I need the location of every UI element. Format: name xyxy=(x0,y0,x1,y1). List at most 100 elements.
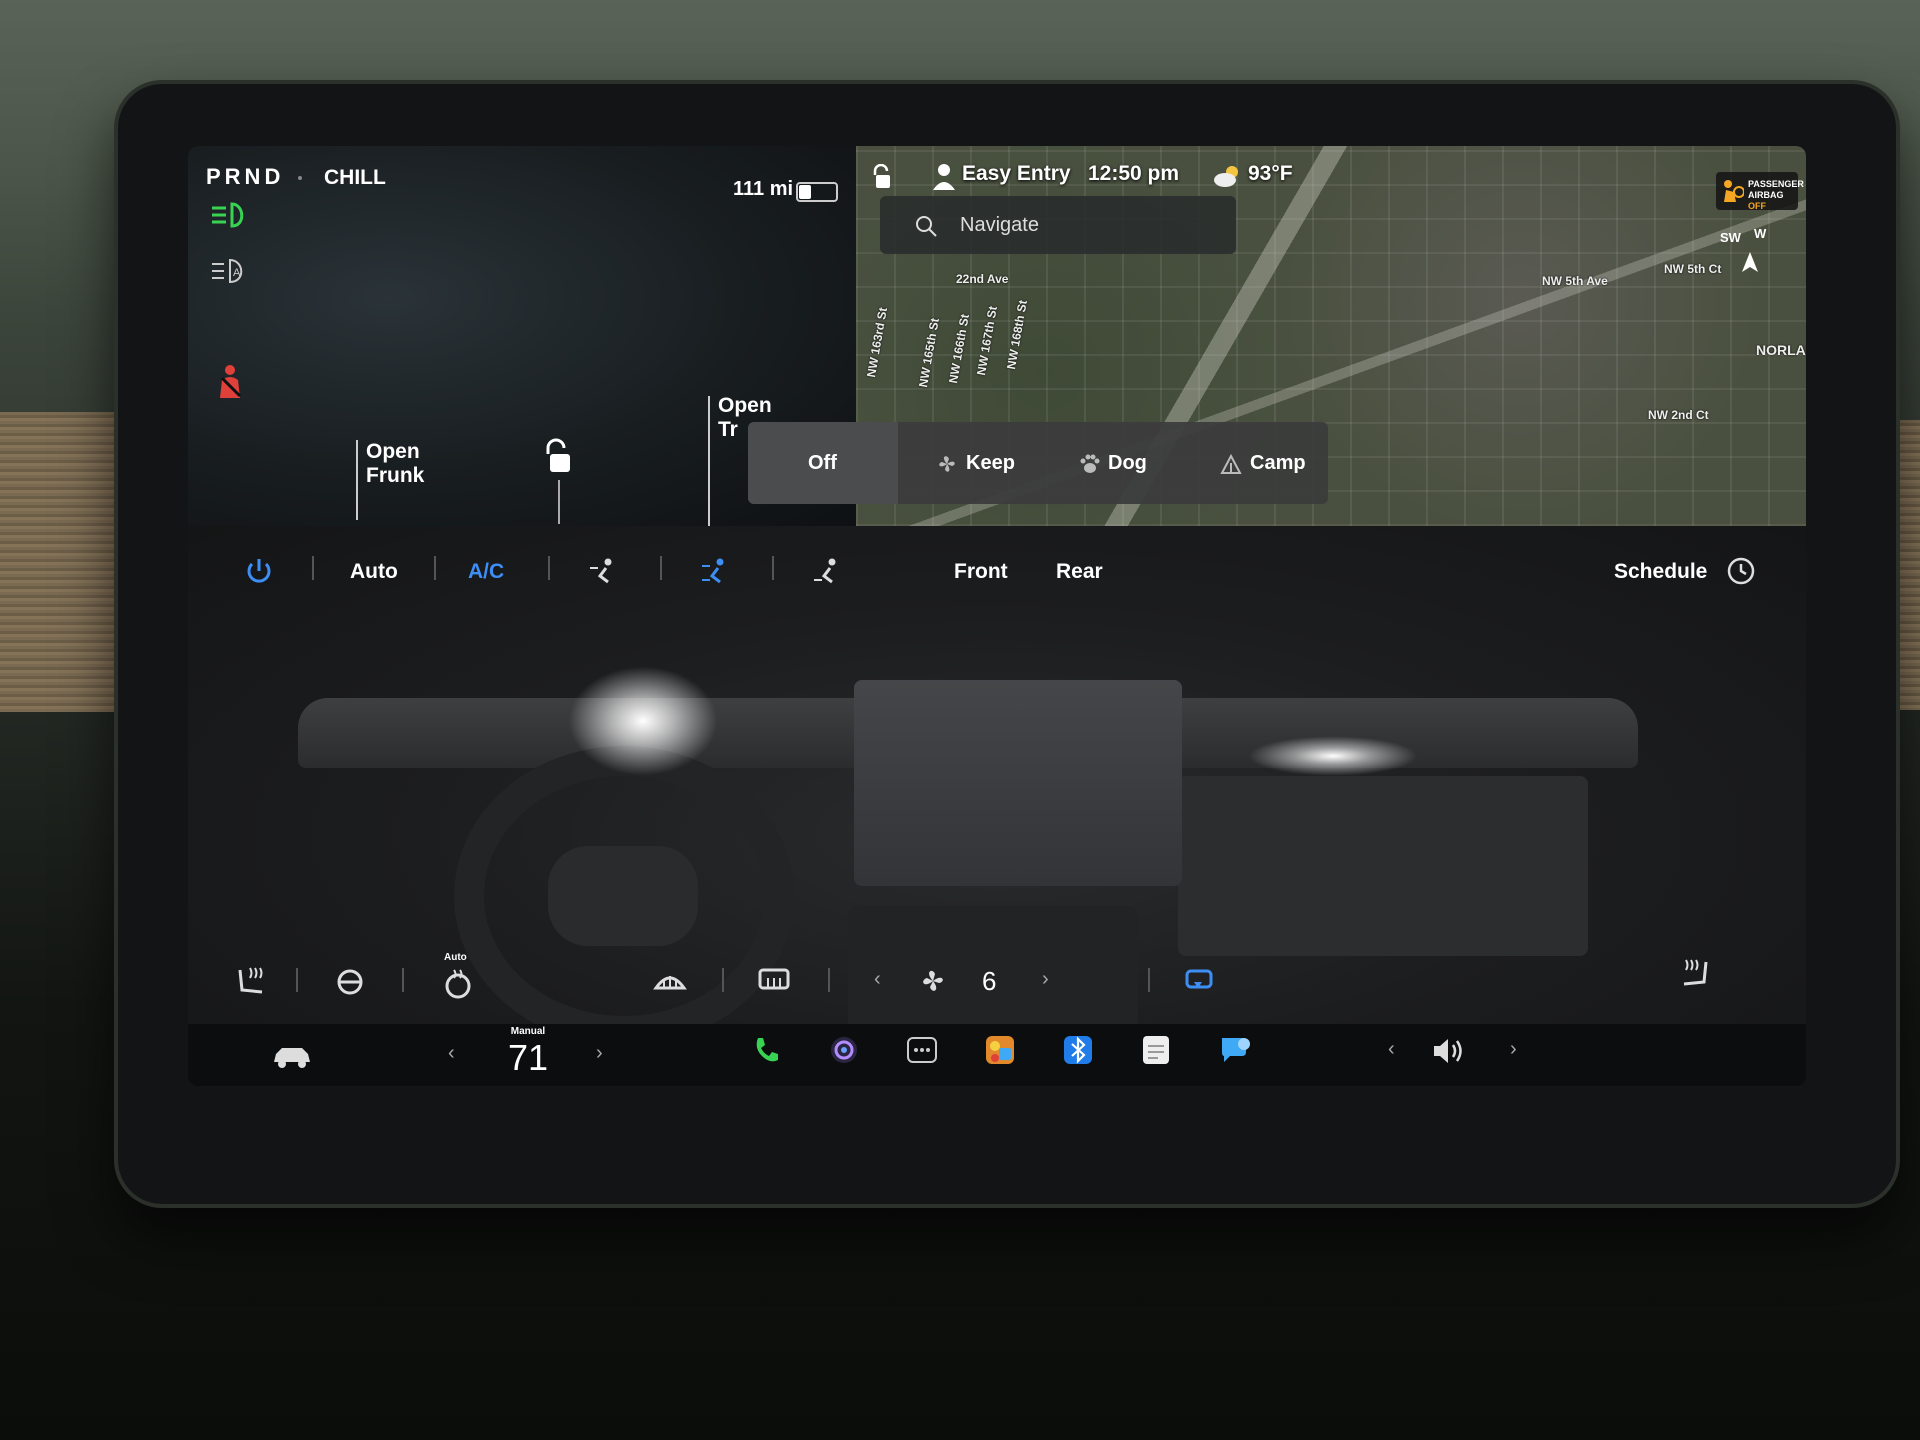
airflow-face-icon[interactable] xyxy=(588,556,618,586)
separator-dot xyxy=(298,176,302,180)
airflow-face-feet-icon[interactable] xyxy=(700,556,730,586)
airbag-label-1: PASSENGER xyxy=(1748,179,1804,189)
search-icon xyxy=(916,216,937,237)
compass[interactable]: SW W xyxy=(1716,226,1786,290)
airbag-state: OFF xyxy=(1748,201,1766,211)
street-label: NW 2nd Ct xyxy=(1648,408,1709,422)
passenger-airbag-indicator: PASSENGER AIRBAG OFF xyxy=(1716,172,1804,211)
navigate-search-bar[interactable]: Navigate xyxy=(880,196,1236,254)
touchscreen: PRND CHILL 111 mi A Open Frunk Open Tr E… xyxy=(188,146,1806,1086)
street-label: NW 163rd St xyxy=(864,306,891,379)
map-top-bar: Easy Entry 12:50 pm 93°F xyxy=(856,156,1806,196)
rear-tab[interactable]: Rear xyxy=(1056,560,1103,584)
volume-icon[interactable] xyxy=(1430,1036,1470,1066)
mode-camp-label: Camp xyxy=(1250,452,1306,474)
weather-icon xyxy=(1214,166,1238,187)
mode-dog-label: Dog xyxy=(1108,452,1147,474)
volume-decrease-button[interactable]: ‹ xyxy=(1388,1038,1395,1061)
airbag-icon xyxy=(1724,180,1744,202)
driver-profile[interactable]: Easy Entry xyxy=(962,162,1071,186)
tent-icon xyxy=(1220,453,1242,474)
fan-speed-value: 6 xyxy=(982,966,997,996)
dash-trim-left xyxy=(0,412,130,712)
rear-defrost-icon[interactable] xyxy=(756,966,792,996)
mode-camp-button[interactable]: Camp xyxy=(1220,452,1306,475)
glovebox-render xyxy=(1178,776,1588,956)
messages-app-icon[interactable] xyxy=(1218,1034,1250,1066)
driver-seat-heater-icon[interactable] xyxy=(234,964,270,998)
toybox-app-icon[interactable] xyxy=(984,1034,1016,1066)
battery-icon xyxy=(796,182,838,202)
street-label: NORLAN xyxy=(1756,342,1806,358)
auto-button[interactable]: Auto xyxy=(350,560,398,584)
keep-climate-selector: Off Keep Dog Camp xyxy=(748,422,1328,504)
paw-icon xyxy=(1080,454,1100,473)
schedule-button[interactable]: Schedule xyxy=(1614,560,1707,584)
street-label: 22nd Ave xyxy=(956,272,1009,286)
trunk-pointer-line xyxy=(708,396,710,526)
mode-keep-button[interactable]: Keep xyxy=(936,452,1015,475)
seat-climate-auto-icon[interactable] xyxy=(440,966,476,1000)
gear-indicator: PRND xyxy=(206,164,285,189)
fan-speed-icon xyxy=(923,970,943,991)
svg-text:A: A xyxy=(233,267,241,279)
temp-increase-button[interactable]: › xyxy=(596,1042,603,1065)
more-apps-icon[interactable] xyxy=(906,1034,938,1066)
power-icon[interactable] xyxy=(244,556,274,586)
bluetooth-app-icon[interactable] xyxy=(1062,1034,1094,1066)
lock-pointer-line xyxy=(558,480,560,524)
camera-app-icon[interactable] xyxy=(828,1034,860,1066)
auto-highbeam-icon: A xyxy=(212,258,243,284)
street-label: NW 5th Ct xyxy=(1664,262,1722,276)
steering-hub-render xyxy=(548,846,698,946)
fan-increase-button[interactable]: › xyxy=(1042,968,1049,991)
mode-dog-button[interactable]: Dog xyxy=(1078,452,1147,475)
airflow-feet-icon[interactable] xyxy=(812,556,842,586)
clock-icon[interactable] xyxy=(1726,556,1756,586)
front-defrost-icon[interactable] xyxy=(652,966,688,996)
passenger-vent-airflow xyxy=(1248,736,1418,776)
seatbelt-warning-icon xyxy=(220,365,242,398)
drive-mode: CHILL xyxy=(324,166,386,189)
unlock-icon[interactable] xyxy=(540,438,574,478)
temperature-control: Manual 71 xyxy=(488,1026,568,1079)
ac-button[interactable]: A/C xyxy=(468,560,504,584)
mode-keep-label: Keep xyxy=(966,452,1015,474)
divider xyxy=(660,556,662,580)
divider xyxy=(772,556,774,580)
mode-off-label: Off xyxy=(808,452,837,474)
car-icon[interactable] xyxy=(270,1042,314,1070)
heading-arrow-icon xyxy=(1742,252,1758,272)
lock-status-icon[interactable] xyxy=(870,164,894,190)
divider xyxy=(722,968,724,992)
center-display-render xyxy=(854,680,1182,886)
steering-wheel-heater-icon[interactable] xyxy=(332,964,368,998)
airbag-label-2: AIRBAG xyxy=(1748,190,1784,200)
divider xyxy=(1148,968,1150,992)
bottom-dock: ‹ Manual 71 › ‹ › xyxy=(188,1024,1806,1086)
range-readout: 111 mi xyxy=(733,178,794,200)
passenger-seat-heater-icon[interactable] xyxy=(1676,956,1712,990)
street-label: NW 168th St xyxy=(1004,299,1030,371)
frunk-pointer-line xyxy=(356,440,358,520)
compass-w: W xyxy=(1754,226,1767,241)
recirculate-icon[interactable] xyxy=(1184,968,1214,994)
street-label: NW 165th St xyxy=(916,317,942,389)
phone-app-icon[interactable] xyxy=(750,1034,782,1066)
temp-decrease-button[interactable]: ‹ xyxy=(448,1042,455,1065)
divider xyxy=(828,968,830,992)
open-frunk-button[interactable]: Open Frunk xyxy=(366,440,424,488)
headlight-icon xyxy=(212,202,244,228)
temperature-value[interactable]: 71 xyxy=(508,1037,548,1078)
divider xyxy=(402,968,404,992)
volume-increase-button[interactable]: › xyxy=(1510,1038,1517,1061)
calendar-app-icon[interactable] xyxy=(1140,1034,1172,1066)
street-label: NW 5th Ave xyxy=(1542,274,1608,288)
front-tab[interactable]: Front xyxy=(954,560,1008,584)
profile-icon[interactable] xyxy=(932,162,956,190)
divider xyxy=(296,968,298,992)
fan-decrease-button[interactable]: ‹ xyxy=(874,968,881,991)
mode-off-button[interactable]: Off xyxy=(748,422,898,504)
clock: 12:50 pm xyxy=(1088,162,1180,185)
street-label: NW 166th St xyxy=(946,313,972,385)
